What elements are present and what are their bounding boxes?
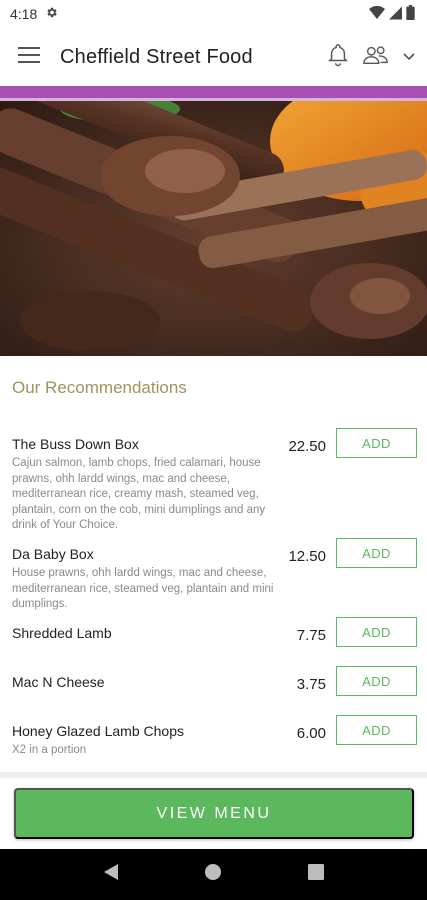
item-name: The Buss Down Box [12, 436, 139, 452]
item-description: Cajun salmon, lamb chops, fried calamari… [12, 457, 266, 531]
chevron-down-icon[interactable] [403, 48, 415, 66]
users-icon[interactable] [363, 44, 389, 71]
item-name: Mac N Cheese [12, 674, 105, 690]
item-price: 12.50 [288, 548, 326, 565]
item-price: 22.50 [288, 438, 326, 455]
recommendations-section: Our Recommendations The Buss Down Box Ca… [0, 356, 427, 776]
system-nav-bar [0, 849, 427, 900]
section-title: Our Recommendations [12, 378, 187, 397]
back-icon[interactable] [103, 863, 119, 886]
battery-icon [406, 5, 415, 23]
item-name: Shredded Lamb [12, 625, 112, 641]
add-button[interactable]: ADD [336, 715, 417, 745]
status-icons [369, 5, 415, 23]
app-title: Cheffield Street Food [60, 45, 253, 68]
app-actions [327, 43, 415, 72]
hamburger-menu-icon[interactable] [18, 46, 40, 69]
item-name: Honey Glazed Lamb Chops [12, 723, 184, 739]
add-button[interactable]: ADD [336, 617, 417, 647]
item-description: X2 in a portion [12, 744, 87, 756]
notification-bell-icon[interactable] [327, 43, 349, 72]
add-button[interactable]: ADD [336, 538, 417, 568]
settings-gear-icon [45, 6, 58, 22]
item-price: 7.75 [296, 627, 326, 644]
item-price: 6.00 [296, 725, 326, 742]
divider [0, 772, 427, 778]
hero-food-image [0, 101, 427, 356]
wifi-icon [369, 5, 385, 23]
item-price: 3.75 [296, 676, 326, 693]
view-menu-button[interactable]: VIEW MENU [14, 788, 414, 839]
add-button[interactable]: ADD [336, 666, 417, 696]
item-description: House prawns, ohh lardd wings, mac and c… [12, 567, 274, 610]
cell-signal-icon [389, 6, 402, 23]
app-bar: Cheffield Street Food [0, 28, 427, 86]
item-name: Da Baby Box [12, 546, 94, 562]
recents-icon[interactable] [308, 864, 325, 885]
status-time: 4:18 [10, 6, 38, 22]
status-left: 4:18 [10, 6, 58, 22]
add-button[interactable]: ADD [336, 428, 417, 458]
status-bar: 4:18 [0, 0, 427, 28]
home-icon[interactable] [204, 863, 222, 886]
